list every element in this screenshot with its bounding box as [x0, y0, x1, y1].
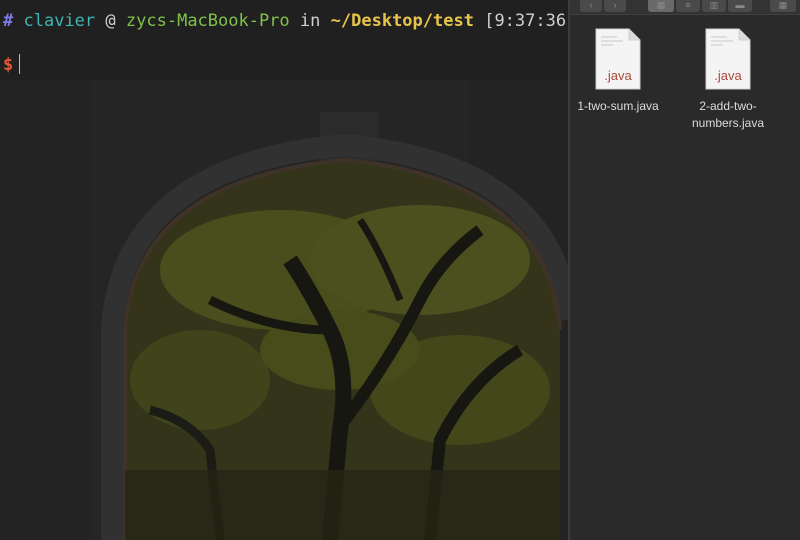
file-item[interactable]: .java 2-add-two-numbers.java	[680, 28, 776, 132]
file-extension-label: .java	[714, 68, 742, 83]
file-name: 1-two-sum.java	[577, 99, 659, 113]
file-item[interactable]: .java 1-two-sum.java	[570, 28, 666, 115]
prompt-at: @	[105, 11, 116, 31]
java-file-icon: .java	[595, 28, 641, 90]
arrange-grid-icon[interactable]: ▦	[770, 0, 796, 12]
file-extension-label: .java	[604, 68, 632, 83]
text-cursor	[19, 54, 21, 74]
prompt-line: # clavier @ zycs-MacBook-Pro in ~/Deskto…	[3, 10, 568, 32]
prompt-in: in	[299, 11, 321, 31]
prompt-time: [9:37:36]	[484, 11, 568, 31]
terminal-output[interactable]: # clavier @ zycs-MacBook-Pro in ~/Deskto…	[0, 0, 568, 80]
input-prompt: $	[3, 55, 14, 75]
chevron-left-icon[interactable]: ‹	[580, 0, 602, 12]
chevron-right-icon[interactable]: ›	[604, 0, 626, 12]
prompt-path: ~/Desktop/test	[330, 11, 474, 31]
gallery-icon[interactable]: ▬	[728, 0, 752, 12]
prompt-hash: #	[3, 11, 14, 31]
terminal-window[interactable]: # clavier @ zycs-MacBook-Pro in ~/Deskto…	[0, 0, 568, 540]
finder-window[interactable]: ‹ › ▦ ≡ ▥ ▬ ▦ .java 1-two-sum.java .java…	[568, 0, 800, 540]
prompt-host: zycs-MacBook-Pro	[125, 11, 290, 31]
java-file-icon: .java	[705, 28, 751, 90]
grid-icon[interactable]: ▦	[648, 0, 674, 12]
file-name: 2-add-two-numbers.java	[691, 99, 765, 130]
columns-icon[interactable]: ▥	[702, 0, 726, 12]
finder-toolbar: ‹ › ▦ ≡ ▥ ▬ ▦	[570, 0, 800, 15]
prompt-user: clavier	[23, 11, 96, 31]
input-line[interactable]: $	[3, 54, 21, 76]
terminal-background-image	[0, 0, 568, 540]
list-icon[interactable]: ≡	[676, 0, 700, 12]
